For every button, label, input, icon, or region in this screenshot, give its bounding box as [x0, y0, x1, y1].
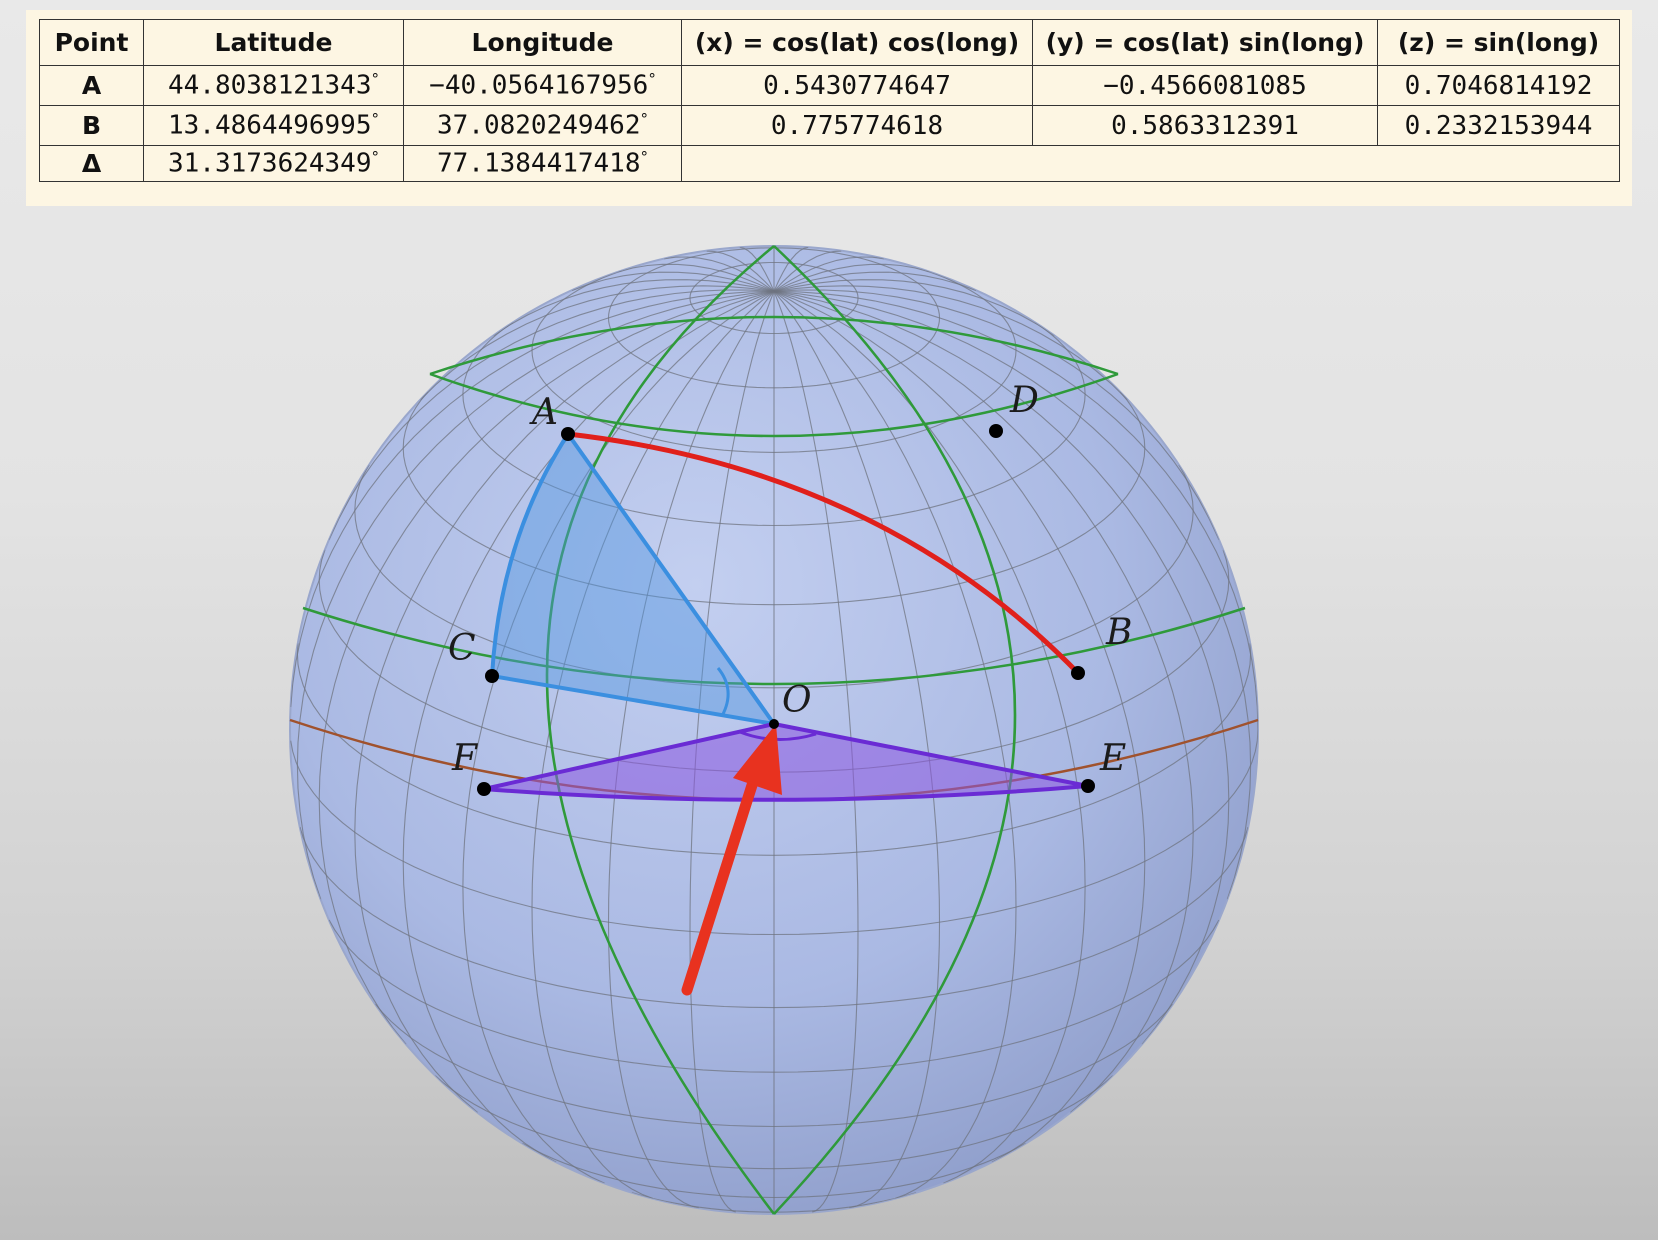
point-D — [989, 424, 1003, 438]
label-O: O — [782, 680, 812, 721]
point-A — [561, 427, 575, 441]
point-F — [477, 782, 491, 796]
label-A: A — [529, 392, 558, 433]
label-B: B — [1105, 612, 1132, 653]
point-O — [769, 719, 779, 729]
point-B — [1071, 666, 1085, 680]
label-D: D — [1009, 380, 1039, 421]
point-E — [1081, 779, 1095, 793]
sphere-diagram: A D B C O F E — [289, 245, 1259, 1215]
label-E: E — [1099, 738, 1126, 779]
label-F: F — [451, 738, 479, 779]
point-C — [485, 669, 499, 683]
label-C: C — [448, 628, 476, 669]
